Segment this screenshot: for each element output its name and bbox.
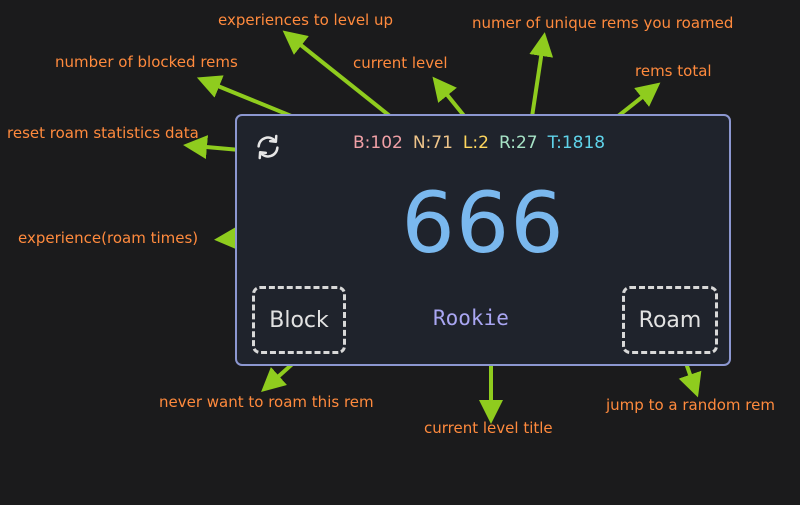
reset-button[interactable] <box>253 132 283 162</box>
stats-row: B:102 N:71 L:2 R:27 T:1818 <box>353 133 615 153</box>
stat-roamed: R:27 <box>498 133 538 153</box>
stat-level: L:2 <box>462 133 489 153</box>
annotation-jump: jump to a random rem <box>606 396 775 414</box>
level-title: Rookie <box>433 306 509 330</box>
annotation-experience: experience(roam times) <box>18 229 199 247</box>
annotation-unique-rems: numer of unique rems you roamed <box>472 14 734 32</box>
stat-blocked: B:102 <box>353 133 403 153</box>
roam-widget-panel: B:102 N:71 L:2 R:27 T:1818 666 Block Rookie … <box>235 114 731 366</box>
annotation-current-level: current level <box>353 54 448 72</box>
arrow-reset <box>183 135 241 160</box>
annotation-level-title: current level title <box>424 419 553 437</box>
annotation-reset: reset roam statistics data <box>7 124 199 142</box>
annotation-experiences-to-level-up: experiences to level up <box>218 11 394 29</box>
stat-next-level: N:71 <box>412 133 453 153</box>
stat-total: T:1818 <box>547 133 606 153</box>
refresh-icon <box>257 134 279 160</box>
experience-count: 666 <box>401 174 565 272</box>
annotation-blocked-rems: number of blocked rems <box>55 53 238 71</box>
annotation-never-roam: never want to roam this rem <box>159 393 374 411</box>
block-button[interactable]: Block <box>252 286 346 354</box>
roam-button[interactable]: Roam <box>622 286 718 354</box>
annotation-rems-total: rems total <box>635 62 712 80</box>
